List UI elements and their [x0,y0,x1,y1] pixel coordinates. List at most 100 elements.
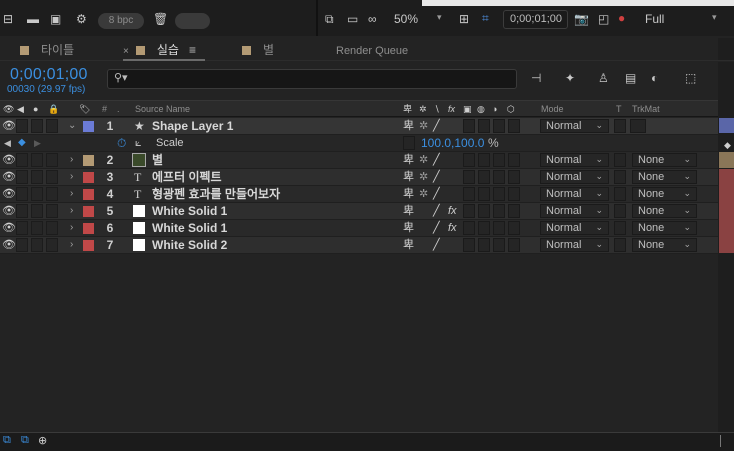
tab-practice[interactable]: × 실습 ≡ [123,42,196,60]
switch-box[interactable] [508,153,520,167]
shy-layers-icon[interactable]: ♙ [598,71,609,85]
switch-box[interactable] [478,221,490,235]
visibility-eye-icon[interactable]: 👁 [2,237,16,253]
layer-bar-red[interactable] [719,169,734,253]
layer-row[interactable]: 👁 › 6 White Solid 1 卑 ╱ fx Normal ⌄ None ⌄ [0,220,718,237]
switch-box[interactable] [463,204,475,218]
quality-switch-icon[interactable]: ╱ [433,203,440,219]
chevron-down-icon[interactable]: ▾ [437,12,442,23]
chevron-right-icon[interactable]: › [70,152,73,168]
quality-switch-icon[interactable]: ╱ [433,169,440,185]
effects-column-icon[interactable]: fx [448,101,455,117]
collapse-column-icon[interactable]: ✲ [419,101,427,117]
mask-visibility-icon[interactable]: ∞ [368,12,377,26]
track-matte-box[interactable] [630,119,646,133]
solo-toggle[interactable] [31,187,43,201]
switch-box[interactable] [508,238,520,252]
shy-switch-icon[interactable]: 卑 [403,169,414,185]
switch-box[interactable] [478,238,490,252]
audio-toggle[interactable] [16,187,28,201]
grid-icon[interactable]: ⊞ [459,12,469,26]
switch-box[interactable] [463,238,475,252]
solo-toggle[interactable] [31,153,43,167]
switch-box[interactable] [493,238,505,252]
switch-box[interactable] [463,221,475,235]
switch-box[interactable] [463,187,475,201]
layer-name[interactable]: 에프터 이펙트 [152,169,222,185]
motion-blur-column-icon[interactable]: ◍ [477,101,485,117]
shy-switch-icon[interactable]: 卑 [403,186,414,202]
current-time-display[interactable]: 0;00;01;00 [10,66,88,84]
layer-row[interactable]: 👁 › 2 별 卑 ✲ ╱ Normal ⌄ None ⌄ [0,152,718,169]
chevron-right-icon[interactable]: › [70,237,73,253]
preserve-transparency-box[interactable] [614,153,626,167]
comp-flowchart-icon[interactable]: ⊣ [531,71,541,85]
collapse-switch-icon[interactable]: ✲ [419,118,428,134]
track-matte-select[interactable]: None ⌄ [632,221,697,235]
shy-switch-icon[interactable]: 卑 [403,237,414,253]
video-switch-icon[interactable]: 👁 [3,101,14,117]
track-matte-select[interactable]: None ⌄ [632,170,697,184]
track-matte-select[interactable]: None ⌄ [632,187,697,201]
solo-icon[interactable]: ● [33,101,38,117]
solo-toggle[interactable] [31,204,43,218]
switch-box[interactable] [478,170,490,184]
solo-toggle[interactable] [31,221,43,235]
collapse-switch-icon[interactable]: ✲ [419,169,428,185]
label-color-swatch[interactable] [83,240,94,251]
switch-box[interactable] [508,119,520,133]
chevron-right-icon[interactable]: › [70,203,73,219]
stopwatch-icon[interactable]: ⏱ [117,135,126,151]
layer-name[interactable]: Shape Layer 1 [152,118,233,134]
show-snapshot-icon[interactable]: ◰ [598,12,609,26]
switch-box[interactable] [493,221,505,235]
audio-switch-icon[interactable]: ◀ [17,101,24,117]
switch-box[interactable] [478,119,490,133]
3d-layer-column-icon[interactable]: ⬡ [507,101,515,117]
quality-switch-icon[interactable]: ╱ [433,220,440,236]
layer-bar-1[interactable] [719,118,734,133]
folder-icon[interactable]: ▬ [27,12,39,26]
keyframe-icon[interactable]: ◆ [724,140,731,151]
layer-name[interactable]: White Solid 1 [152,220,227,236]
switch-box[interactable] [463,153,475,167]
quality-switch-icon[interactable]: ╱ [433,152,440,168]
scale-value[interactable]: 100.0,100.0 [421,135,484,151]
keyframe-nav-right-icon[interactable]: ▶ [34,135,41,151]
lock-icon[interactable]: 🔒 [48,101,59,117]
viewer-timecode-field[interactable]: 0;00;01;00 [503,10,568,29]
frame-blend-column-icon[interactable]: ▣ [463,101,472,117]
visibility-eye-icon[interactable]: 👁 [2,203,16,219]
audio-toggle[interactable] [16,170,28,184]
tab-render-queue[interactable]: Render Queue [336,43,408,61]
layer-search-input[interactable]: ⚲▾ [107,69,517,89]
lock-toggle[interactable] [46,221,58,235]
solo-toggle[interactable] [31,119,43,133]
switch-box[interactable] [493,153,505,167]
blend-mode-select[interactable]: Normal ⌄ [540,170,609,184]
switch-box[interactable] [463,119,475,133]
quality-switch-icon[interactable]: ╱ [433,186,440,202]
audio-toggle[interactable] [16,153,28,167]
switch-box[interactable] [508,204,520,218]
solo-toggle[interactable] [31,238,43,252]
layer-switches-icon[interactable]: ⧉ [3,434,11,447]
shy-column-icon[interactable]: 卑 [403,101,412,117]
graph-icon[interactable]: ⟀ [135,135,142,151]
keyframe-nav-left-icon[interactable]: ◀ [4,135,11,151]
track-matte-select[interactable]: None ⌄ [632,153,697,167]
preserve-transparency-box[interactable] [614,187,626,201]
lock-toggle[interactable] [46,119,58,133]
label-color-swatch[interactable] [83,155,94,166]
property-row-scale[interactable]: ◀ ◆ ▶ ⏱ ⟀ Scale 100.0,100.0% [0,135,718,152]
collapse-switch-icon[interactable]: ✲ [419,152,428,168]
motion-blur-icon[interactable]: ◐ [651,71,658,85]
layer-name[interactable]: 별 [152,152,163,168]
tab-star[interactable]: 별 [242,42,274,60]
draft-3d-icon[interactable]: ✦ [565,71,575,85]
audio-toggle[interactable] [16,221,28,235]
preserve-transparency-box[interactable] [614,238,626,252]
audio-toggle[interactable] [16,238,28,252]
adjustment-column-icon[interactable]: ◑ [492,101,497,117]
label-tag-icon[interactable]: 🏷 [79,101,90,117]
